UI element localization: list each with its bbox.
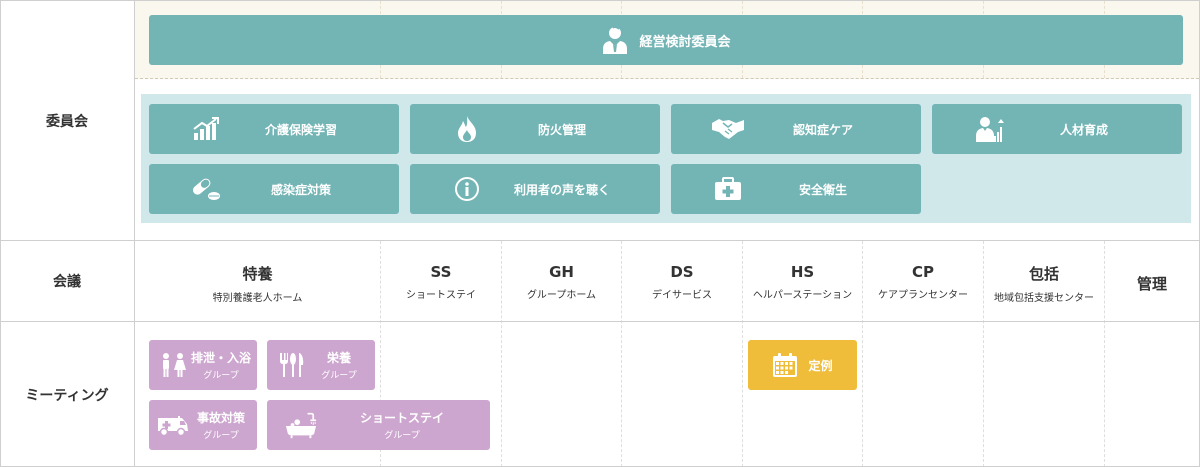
main-committee-button[interactable]: 経営検討委員会	[149, 15, 1183, 65]
committee-label: 人材育成	[1059, 122, 1108, 137]
meeting-abbr: CP	[911, 263, 934, 281]
meeting-column: 包括 地域包括支援センター	[984, 241, 1104, 321]
pill-icon	[189, 176, 223, 202]
meeting-column: DS デイサービス	[622, 241, 742, 321]
row-label-committee: 委員会	[46, 113, 88, 130]
table-frame	[0, 0, 1200, 467]
meeting-full: グループホーム	[526, 290, 597, 301]
committee-button[interactable]: 安全衛生	[671, 164, 921, 214]
meeting-column: 管理	[1105, 241, 1199, 321]
meeting-column: 特養 特別養護老人ホーム	[135, 241, 380, 321]
meeting-full: ショートステイ	[406, 290, 476, 301]
committee-label: 介護保険学習	[264, 122, 337, 137]
regular-meeting-label: 定例	[808, 358, 833, 373]
group-label: ショートステイ	[359, 411, 444, 425]
meeting-abbr: 管理	[1136, 275, 1167, 293]
group-button[interactable]: ショートステイ グループ	[267, 400, 490, 450]
toilet-icon	[157, 352, 189, 378]
committee-label: 利用者の声を聴く	[513, 182, 610, 197]
row-label-mtg: ミーティング	[25, 387, 109, 404]
meeting-abbr: HS	[790, 263, 815, 281]
meeting-full: デイサービス	[652, 290, 712, 301]
handshake-icon	[711, 116, 745, 142]
meeting-abbr: 包括	[1028, 265, 1059, 283]
bath-icon	[285, 412, 317, 439]
group-sub: グループ	[203, 431, 239, 441]
committee-label: 安全衛生	[798, 182, 847, 197]
committee-label: 感染症対策	[270, 182, 331, 197]
meeting-full: 特別養護老人ホーム	[212, 293, 303, 304]
main-committee-label: 経営検討委員会	[639, 34, 731, 50]
info-icon	[450, 176, 484, 202]
committee-button[interactable]: 認知症ケア	[671, 104, 921, 154]
meeting-abbr: DS	[670, 263, 694, 281]
meeting-column: SS ショートステイ	[381, 241, 501, 321]
committee-button[interactable]: 防火管理	[410, 104, 660, 154]
ambulance-icon	[157, 412, 189, 438]
committee-button[interactable]: 介護保険学習	[149, 104, 399, 154]
cutlery-icon	[275, 352, 307, 378]
group-button[interactable]: 栄養 グループ	[267, 340, 375, 390]
meeting-column: GH グループホーム	[502, 241, 621, 321]
committee-button[interactable]: 利用者の声を聴く	[410, 164, 660, 214]
person-icon	[603, 26, 628, 54]
committee-label: 防火管理	[537, 122, 586, 137]
growth-icon	[972, 116, 1006, 142]
label-column-divider	[134, 0, 135, 467]
meeting-column: HS ヘルパーステーション	[743, 241, 862, 321]
group-button[interactable]: 排泄・入浴 グループ	[149, 340, 257, 390]
meeting-abbr: 特養	[242, 265, 273, 283]
committee-button[interactable]: 感染症対策	[149, 164, 399, 214]
meeting-column: CP ケアプランセンター	[863, 241, 983, 321]
group-label: 排泄・入浴	[190, 351, 251, 365]
group-sub: グループ	[203, 371, 239, 381]
meeting-full: ケアプランセンター	[878, 290, 968, 301]
group-button[interactable]: 事故対策 グループ	[149, 400, 257, 450]
group-label: 栄養	[326, 351, 351, 365]
meeting-full: ヘルパーステーション	[752, 290, 853, 301]
committee-button[interactable]: 人材育成	[932, 104, 1182, 154]
group-label: 事故対策	[196, 411, 245, 425]
meeting-abbr: SS	[430, 263, 452, 281]
meeting-abbr: GH	[549, 263, 574, 281]
row-label-meeting: 会議	[53, 274, 81, 290]
group-sub: グループ	[384, 431, 420, 441]
committee-label: 認知症ケア	[792, 122, 853, 137]
row-divider	[0, 321, 1200, 322]
first-aid-icon	[711, 176, 745, 202]
group-sub: グループ	[321, 371, 357, 381]
calendar-icon	[773, 353, 798, 377]
regular-meeting-button[interactable]: 定例	[748, 340, 857, 390]
meeting-full: 地域包括支援センター	[994, 293, 1094, 304]
chart-icon	[189, 116, 223, 142]
fire-icon	[450, 116, 484, 142]
